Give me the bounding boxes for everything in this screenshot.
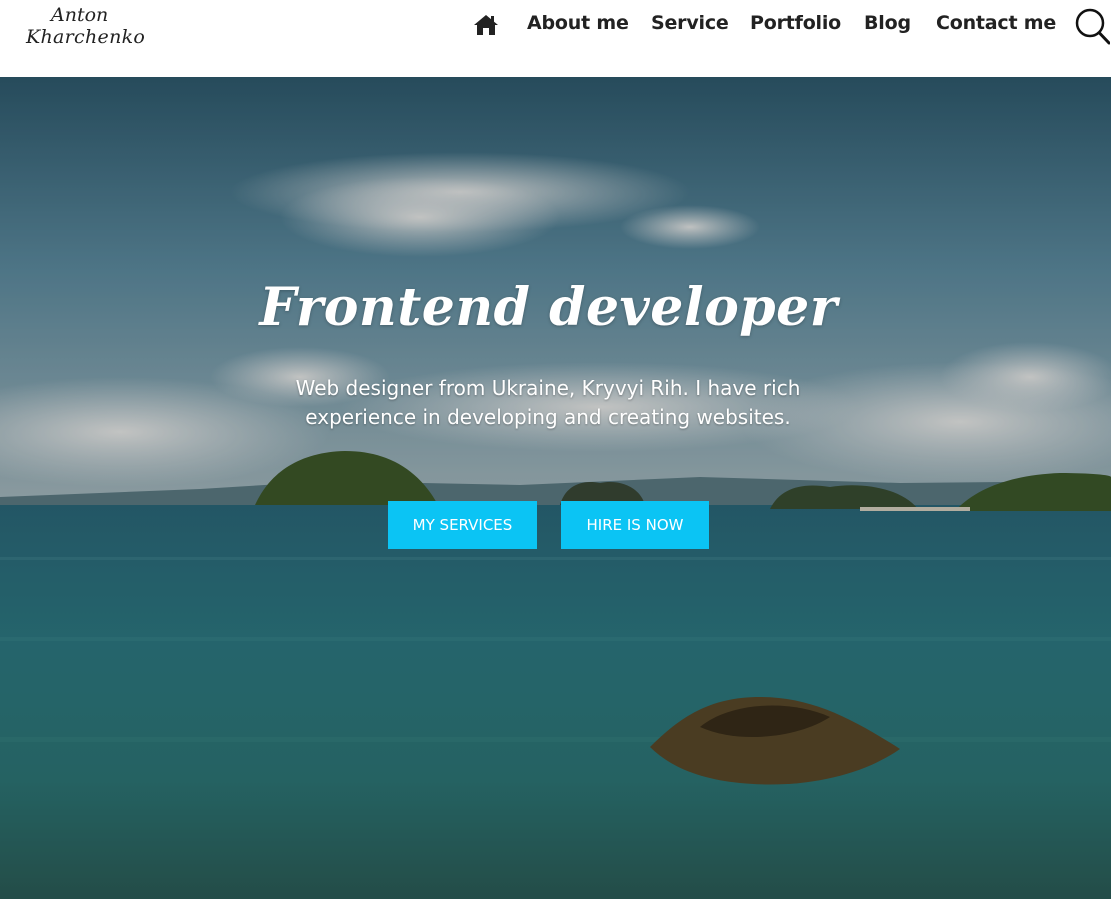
hero-overlay <box>0 77 1111 899</box>
nav-portfolio[interactable]: Portfolio <box>750 12 841 34</box>
hire-now-button[interactable]: HIRE IS NOW <box>561 501 709 549</box>
logo-line-first: Anton <box>51 4 109 26</box>
search-icon[interactable] <box>1074 7 1111 45</box>
home-icon[interactable] <box>473 13 499 37</box>
nav-contact[interactable]: Contact me <box>936 12 1056 34</box>
site-header: Anton Kharchenko About me Service Portfo… <box>0 0 1111 77</box>
nav-blog[interactable]: Blog <box>864 12 911 34</box>
site-logo[interactable]: Anton Kharchenko <box>24 4 146 52</box>
hero-title: Frontend developer <box>259 277 838 338</box>
hero-section: Frontend developer Web designer from Ukr… <box>0 77 1111 899</box>
hero-description: Web designer from Ukraine, Kryvyi Rih. I… <box>295 376 801 429</box>
nav-about[interactable]: About me <box>527 12 629 34</box>
logo-line-last: Kharchenko <box>26 26 146 48</box>
my-services-button[interactable]: MY SERVICES <box>388 501 537 549</box>
nav-service[interactable]: Service <box>651 12 729 34</box>
